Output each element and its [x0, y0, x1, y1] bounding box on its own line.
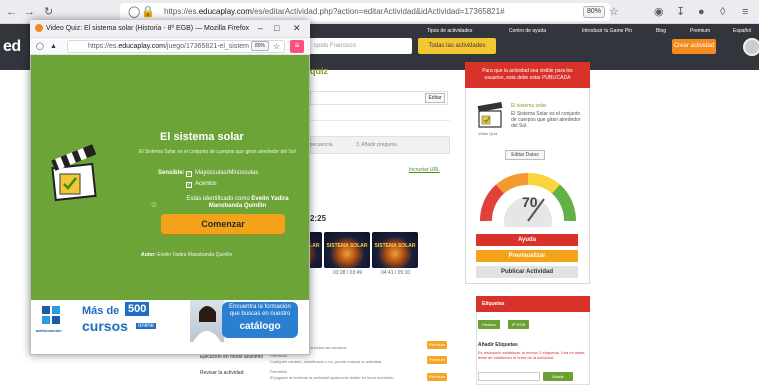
ad-catalog: catálogo — [239, 321, 281, 332]
tags-warning: Es necesario establecer al menos 3 etiqu… — [478, 350, 585, 360]
option-label: Acentos — [195, 181, 217, 187]
bookmark-star-icon[interactable]: ☆ — [609, 6, 619, 18]
setting-desc: Cualquier usuario, identificado o no, pu… — [270, 359, 382, 364]
firefox-icon — [35, 24, 43, 32]
reload-icon[interactable]: ↻ — [44, 6, 53, 18]
nav-blog[interactable]: Blog — [656, 28, 666, 34]
ad-photo — [190, 300, 224, 342]
ad-online: online — [136, 323, 157, 329]
editor-title: quiz — [310, 66, 328, 76]
clapperboard-icon — [51, 144, 97, 202]
nav-language[interactable]: Español — [733, 28, 751, 34]
ad-headline: Más de — [82, 305, 120, 317]
avatar[interactable] — [743, 38, 759, 56]
popup-title: Video Quiz: El sistema solar (Historia -… — [46, 25, 250, 32]
popup-zoom-indicator[interactable]: 80% — [251, 41, 269, 51]
ad-count: 500 — [125, 302, 150, 316]
help-button[interactable]: Ayuda — [476, 234, 578, 246]
lock-icon[interactable]: ▲ — [50, 42, 57, 51]
add-tag-button[interactable]: Añadir — [543, 372, 573, 381]
user-icon: ☺ — [150, 200, 159, 209]
tag-input[interactable] — [478, 372, 540, 381]
pocket-icon[interactable]: ◊ — [720, 6, 725, 18]
back-icon[interactable]: ← — [6, 6, 17, 18]
ad-brand: adrformación — [36, 328, 62, 333]
video-time: 2:25 — [310, 214, 327, 223]
clapperboard-icon — [477, 101, 503, 128]
start-button[interactable]: Comenzar — [161, 214, 285, 234]
extensions-icon[interactable]: ◉ — [654, 6, 664, 18]
premium-badge[interactable]: Premium — [427, 373, 447, 381]
create-activity-button[interactable]: Crear actividad — [672, 39, 716, 54]
score-value: 70 — [522, 194, 538, 210]
edit-data-button[interactable]: Editar Datos — [505, 150, 545, 160]
premium-badge[interactable]: Premium — [427, 356, 447, 364]
option-case-sensitive[interactable]: ✓ Mayúsculas/Minúsculas — [186, 170, 258, 177]
publish-button[interactable]: Publicar Actividad — [476, 266, 578, 278]
all-activities-button[interactable]: Todas las actividades — [418, 38, 496, 54]
minimize-icon[interactable]: – — [258, 24, 263, 33]
nav-activity-types[interactable]: Tipos de actividades — [427, 28, 472, 34]
close-icon[interactable]: ✕ — [293, 24, 301, 33]
thumbnail-label: SISTEMA SOLAR — [326, 243, 368, 249]
search-input[interactable]: spido Francisco — [308, 38, 412, 54]
zoom-indicator[interactable]: 80% — [583, 6, 605, 18]
divider — [310, 120, 450, 121]
adrformacion-logo-icon — [42, 306, 60, 324]
quiz-description: El Sistema Solar es el conjunto de cuerp… — [139, 149, 296, 155]
activity-description: El Sistema Solar es el conjunto de cuerp… — [511, 111, 581, 129]
thumbnail-time: 03:28 / 03:49 — [333, 270, 363, 276]
edit-title-button[interactable]: Editar — [425, 93, 445, 103]
person-icon — [193, 306, 221, 342]
identified-as: Estás identificado como Evelin Yadira Ma… — [186, 196, 289, 209]
ad-courses: cursos — [82, 318, 128, 334]
download-icon[interactable]: ↧ — [676, 6, 685, 18]
setting-desc: El jugador al terminar la actividad apar… — [270, 375, 394, 380]
setting-label: Ejecución en modo anónimo — [200, 354, 264, 360]
activity-type: Video Quiz — [478, 131, 498, 136]
nav-help-center[interactable]: Centro de ayuda — [509, 28, 546, 34]
preview-button[interactable]: Previsualizar — [476, 250, 578, 262]
shield-icon[interactable]: ◯ — [128, 6, 140, 18]
setting-value: Permitido — [270, 369, 287, 374]
tag-chip[interactable]: 8º EGB — [508, 320, 530, 329]
checkbox-icon[interactable]: ✓ — [186, 182, 192, 188]
popup-menu-icon[interactable]: ≡ — [290, 40, 304, 53]
maximize-icon[interactable]: □ — [274, 24, 279, 33]
checkbox-icon[interactable]: ✓ — [186, 171, 192, 177]
option-label: Mayúsculas/Minúsculas — [195, 170, 259, 176]
sensitive-label: Sensible: — [158, 170, 185, 176]
shield-icon[interactable]: ◯ — [36, 42, 44, 51]
publish-notice: Para que la actividad sea visible para l… — [465, 62, 590, 88]
option-accents[interactable]: ✓ Acentos — [186, 181, 217, 188]
video-thumbnail[interactable] — [324, 232, 370, 268]
tab-sequence[interactable]: secuencia — [310, 142, 333, 148]
thumbnail-time: 04:41 / 05:10 — [381, 270, 411, 276]
site-logo[interactable]: ed — [3, 38, 21, 56]
address-bar-url: https://es.educaplay.com/es/editarActivi… — [164, 7, 505, 16]
video-thumbnail[interactable] — [372, 232, 418, 268]
forward-icon[interactable]: → — [24, 6, 35, 18]
add-tags-label: Añadir Etiquetas — [478, 342, 518, 348]
nav-game-pin[interactable]: Introducir tu Game Pin — [582, 28, 632, 34]
lock-icon[interactable]: 🔒 — [141, 6, 155, 18]
activity-title[interactable]: El sistema solar — [511, 103, 546, 109]
embed-url-link[interactable]: Incrustar URL — [409, 167, 440, 173]
ad-bubble-text: Encuentra la formación que buscas en nue… — [229, 304, 291, 317]
tag-chip[interactable]: Historia — [478, 320, 500, 329]
account-icon[interactable]: ● — [698, 6, 705, 18]
thumbnail-label: SISTEMA SOLAR — [374, 243, 416, 249]
menu-icon[interactable]: ≡ — [742, 6, 748, 18]
bookmark-star-icon[interactable]: ☆ — [273, 42, 280, 51]
nav-premium[interactable]: Premium — [690, 28, 710, 34]
premium-badge[interactable]: Premium — [427, 341, 447, 349]
author-line: Autor: Evelin Yadira Manobanda Quinllin — [141, 252, 233, 258]
tab-add-question[interactable]: 3. Añadir pregunta — [356, 142, 397, 148]
popup-url: https://es.educaplay.com/juego/17365821-… — [88, 43, 249, 50]
quiz-title: El sistema solar — [160, 131, 244, 143]
tags-title: Etiquetas — [476, 296, 590, 312]
